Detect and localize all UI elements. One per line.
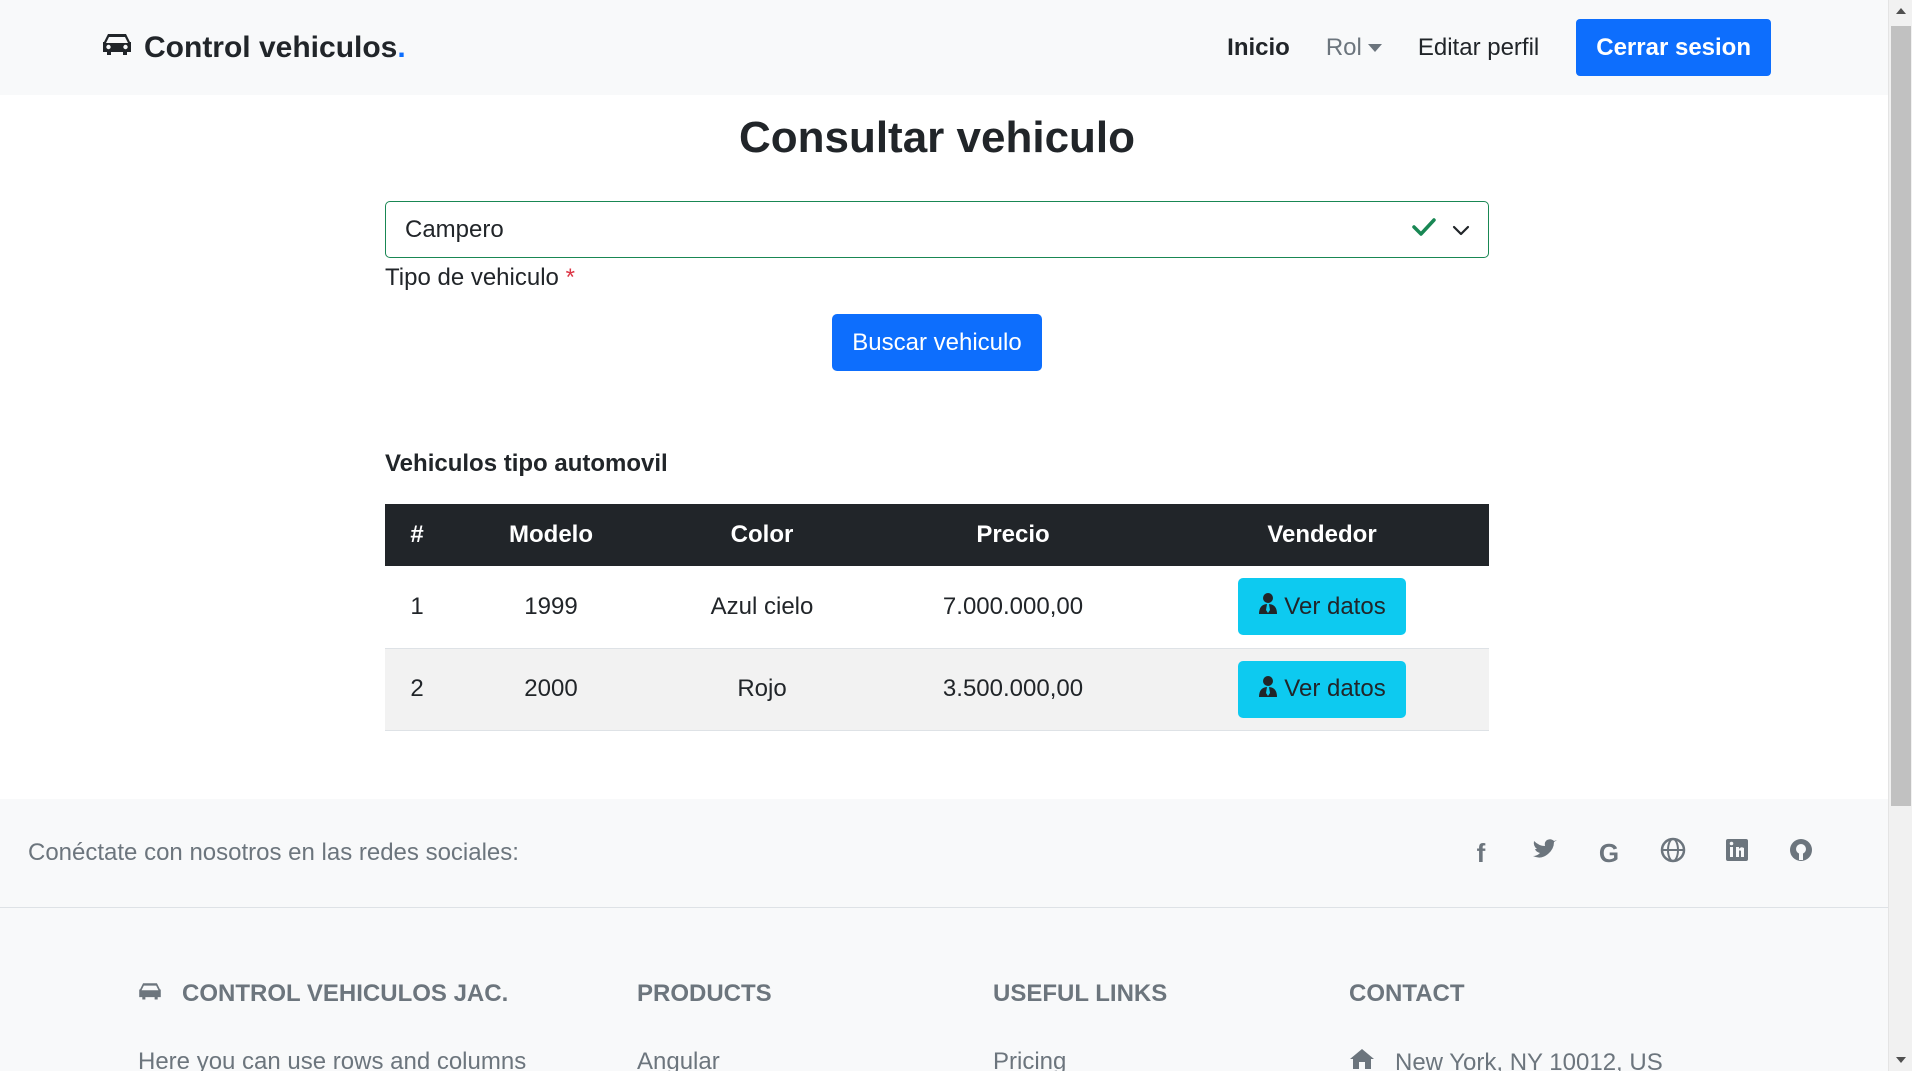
cell-color: Rojo [653, 648, 871, 731]
vehicle-type-label: Tipo de vehiculo * [385, 264, 1489, 292]
brand-name: Control vehiculos [144, 30, 398, 64]
vehicle-type-select[interactable]: Campero [385, 201, 1489, 258]
car-icon [138, 980, 162, 1008]
cell-num: 1 [385, 566, 449, 649]
table-header-row: # Modelo Color Precio Vendedor [385, 504, 1489, 566]
cell-price: 7.000.000,00 [871, 566, 1155, 649]
page-title: Consultar vehiculo [738, 113, 1136, 162]
user-tie-icon [1258, 592, 1278, 621]
cell-seller: Ver datos [1155, 648, 1489, 731]
page: Control vehiculos. Inicio Rol Editar per… [0, 0, 1888, 1071]
social-text: Conéctate con nosotros en las redes soci… [28, 839, 519, 866]
home-icon [1349, 1048, 1375, 1071]
caret-down-icon [1367, 43, 1382, 52]
view-seller-button[interactable]: Ver datos [1238, 660, 1406, 718]
vehicles-table: # Modelo Color Precio Vendedor 1 1999 Az… [385, 504, 1489, 731]
footer-links: USEFUL LINKS Pricing [993, 980, 1167, 1071]
nav-links: Inicio Rol Editar perfil Cerrar sesion [1227, 19, 1771, 76]
brand-dot: . [397, 30, 406, 64]
main-content: Consultar vehiculo Campero Tipo de vehic… [385, 110, 1489, 731]
cell-price: 3.500.000,00 [871, 648, 1155, 731]
footer-links-title: USEFUL LINKS [993, 980, 1168, 1007]
col-header-seller: Vendedor [1267, 521, 1377, 548]
nav-home[interactable]: Inicio [1227, 34, 1290, 62]
search-vehicle-button[interactable]: Buscar vehiculo [832, 314, 1042, 371]
col-header-num: # [410, 521, 424, 548]
car-icon [102, 31, 132, 65]
table-row: 1 1999 Azul cielo 7.000.000,00 Ver datos [385, 566, 1489, 649]
chevron-down-icon [1452, 216, 1470, 244]
twitter-icon[interactable] [1531, 838, 1559, 869]
cell-model: 1999 [449, 566, 653, 649]
logout-button[interactable]: Cerrar sesion [1576, 19, 1771, 76]
check-icon [1412, 216, 1436, 244]
linkedin-icon[interactable] [1723, 838, 1751, 869]
cell-seller: Ver datos [1155, 566, 1489, 649]
scrollbar-thumb[interactable] [1891, 26, 1911, 806]
github-icon[interactable] [1787, 837, 1815, 870]
required-mark: * [565, 264, 575, 291]
vehicle-type-value: Campero [405, 215, 504, 243]
brand[interactable]: Control vehiculos. [102, 31, 406, 65]
section-title: Vehiculos tipo automovil [385, 450, 668, 477]
view-seller-label: Ver datos [1284, 675, 1386, 702]
cell-color: Azul cielo [653, 566, 871, 649]
scrollbar[interactable] [1888, 0, 1912, 1071]
footer-company-text: Here you can use rows and columns [138, 1048, 527, 1071]
col-header-color: Color [730, 521, 794, 548]
scroll-up-icon[interactable] [1896, 8, 1906, 14]
footer-contact-title: CONTACT [1349, 980, 1465, 1007]
footer-products-title: PRODUCTS [637, 980, 772, 1007]
cell-model: 2000 [449, 648, 653, 731]
view-seller-label: Ver datos [1284, 592, 1386, 620]
footer-products-link[interactable]: Angular [637, 1048, 772, 1071]
nav-role-dropdown[interactable]: Rol [1326, 34, 1382, 62]
social-bar: Conéctate con nosotros en las redes soci… [0, 799, 1888, 908]
col-header-model: Modelo [509, 521, 593, 548]
col-header-price: Precio [976, 521, 1050, 548]
footer-contact-address: New York, NY 10012, US [1395, 1048, 1663, 1071]
footer: CONTROL VEHICULOS JAC. Here you can use … [0, 908, 1888, 1071]
footer-links-link[interactable]: Pricing [993, 1048, 1167, 1071]
footer-contact: CONTACT New York, NY 10012, US [1349, 980, 1663, 1071]
footer-products: PRODUCTS Angular [637, 980, 772, 1071]
facebook-icon[interactable]: f [1467, 838, 1495, 869]
view-seller-button[interactable]: Ver datos [1238, 578, 1406, 636]
globe-icon[interactable] [1659, 837, 1687, 870]
social-icons: f G [1467, 837, 1815, 870]
nav-role-label: Rol [1325, 33, 1362, 61]
navbar: Control vehiculos. Inicio Rol Editar per… [0, 0, 1888, 95]
cell-num: 2 [385, 648, 449, 731]
footer-company: CONTROL VEHICULOS JAC. Here you can use … [138, 980, 526, 1071]
google-icon[interactable]: G [1595, 838, 1623, 869]
table-row: 2 2000 Rojo 3.500.000,00 Ver datos [385, 648, 1489, 731]
nav-edit-profile[interactable]: Editar perfil [1418, 34, 1539, 62]
vehicle-type-label-text: Tipo de vehiculo [385, 264, 559, 291]
user-tie-icon [1258, 675, 1278, 704]
footer-company-title: CONTROL VEHICULOS JAC. [182, 980, 509, 1007]
scroll-down-icon[interactable] [1896, 1057, 1906, 1063]
